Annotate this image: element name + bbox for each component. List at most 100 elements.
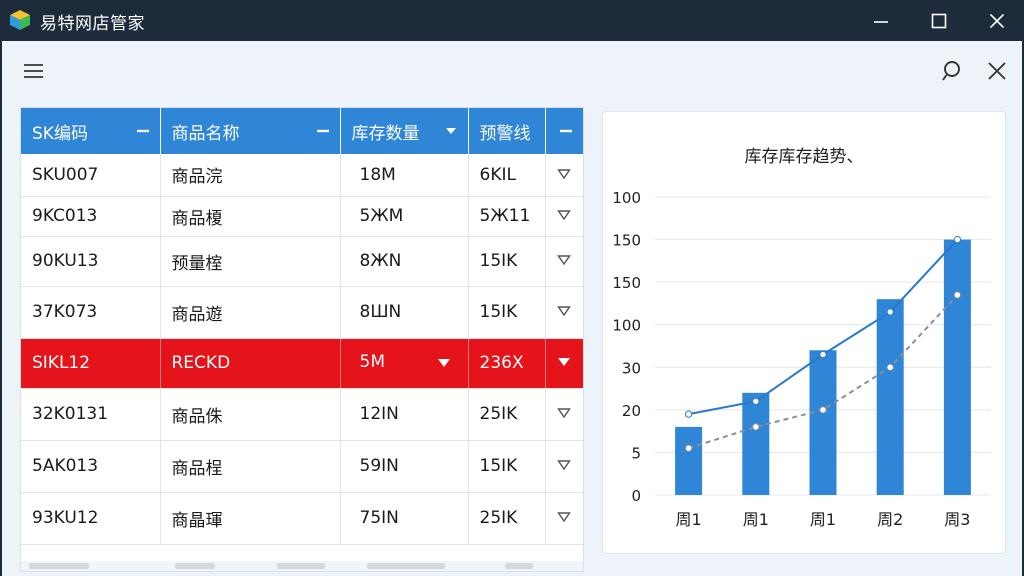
horizontal-scrollbar[interactable] bbox=[21, 561, 583, 571]
row-dropdown-button[interactable] bbox=[545, 388, 583, 441]
cell-warn-text: 25IK bbox=[479, 508, 518, 528]
row-dropdown-button[interactable] bbox=[545, 492, 583, 545]
dropdown-arrow-icon[interactable] bbox=[437, 354, 451, 374]
cell-warn: 15IK bbox=[468, 286, 546, 339]
main-content: SK编码 商品名称 库存数量 预警线 SKU007 商品浣 18M 6KIL 9… bbox=[2, 41, 1022, 576]
cell-name: RECKD bbox=[160, 338, 341, 389]
cell-name: 商品侏 bbox=[160, 388, 341, 441]
collapse-icon[interactable] bbox=[316, 124, 330, 138]
cell-warn-text: 15IK bbox=[479, 302, 518, 322]
row-dropdown-button[interactable] bbox=[545, 236, 583, 287]
cell-name: 商品榎 bbox=[160, 196, 341, 237]
trend-point bbox=[953, 235, 962, 244]
close-icon[interactable] bbox=[984, 58, 1010, 84]
row-dropdown-button[interactable] bbox=[545, 196, 583, 237]
cell-warn: 25IK bbox=[468, 492, 546, 545]
cell-warn-text: 25IK bbox=[479, 404, 518, 424]
hamburger-menu-icon[interactable] bbox=[22, 59, 46, 83]
table-row[interactable]: 93KU12 商晶琿 75IN 25IK bbox=[21, 492, 583, 545]
collapse-icon[interactable] bbox=[136, 124, 150, 138]
cell-sku-text: 90KU13 bbox=[32, 251, 99, 271]
table-row[interactable]: 32K0131 商品侏 12ΙN 25IK bbox=[21, 388, 583, 441]
cell-name-text: 商品榎 bbox=[171, 208, 223, 229]
app-logo-icon bbox=[10, 10, 30, 30]
header-sku[interactable]: SK编码 bbox=[21, 108, 161, 154]
row-dropdown-button[interactable] bbox=[545, 338, 583, 389]
close-window-button[interactable] bbox=[968, 0, 1024, 41]
cell-sku-text: SKU007 bbox=[32, 164, 99, 185]
cell-sku-text: 5AK013 bbox=[32, 456, 99, 476]
stock-trend-chart: 100 150 150 100 30 20 5 0 周1 周1 周1 周2 周3 bbox=[612, 189, 991, 529]
cell-qty: 5M bbox=[340, 338, 469, 389]
row-dropdown-button[interactable] bbox=[545, 154, 583, 197]
cell-name-text: 商品遊 bbox=[171, 304, 223, 325]
stock-trend-chart-panel: 库存库存趋势、 100 150 150 100 30 20 5 0 周1 周1 周1 周2 周3 bbox=[602, 111, 1006, 554]
dropdown-arrow-icon bbox=[557, 460, 572, 471]
cell-name-text: 商品桯 bbox=[171, 458, 223, 479]
cell-qty: 8ШN bbox=[340, 286, 469, 339]
header-qty[interactable]: 库存数量 bbox=[340, 108, 469, 154]
table-row[interactable]: 37K073 商品遊 8ШN 15IK bbox=[21, 286, 583, 339]
cell-sku: SIKL12 bbox=[21, 338, 161, 389]
dropdown-arrow-icon bbox=[557, 306, 572, 317]
cell-qty-text: 8ШN bbox=[359, 302, 402, 322]
trend-point bbox=[819, 350, 827, 359]
cell-sku-text: 37K073 bbox=[32, 302, 98, 322]
header-warn[interactable]: 预警线 bbox=[468, 108, 546, 154]
cell-qty-text: 12ΙN bbox=[359, 404, 399, 424]
cell-sku: 90KU13 bbox=[21, 236, 161, 287]
cell-qty: 8ЖN bbox=[340, 236, 469, 287]
header-action[interactable] bbox=[545, 108, 583, 154]
header-name[interactable]: 商品名称 bbox=[160, 108, 341, 154]
dropdown-arrow-icon bbox=[557, 408, 572, 419]
cell-warn: 25IK bbox=[468, 388, 546, 441]
x-tick-label: 周2 bbox=[877, 510, 903, 529]
cell-qty: 59IN bbox=[340, 440, 469, 493]
cell-sku: 37K073 bbox=[21, 286, 161, 339]
row-dropdown-button[interactable] bbox=[545, 286, 583, 339]
maximize-button[interactable] bbox=[910, 0, 968, 41]
cell-qty: 75IN bbox=[340, 492, 469, 545]
header-label: 库存数量 bbox=[351, 123, 420, 144]
window-title: 易特网店管家 bbox=[40, 14, 145, 34]
cell-sku: 5AK013 bbox=[21, 440, 161, 493]
search-icon[interactable] bbox=[940, 58, 966, 84]
y-tick-label: 5 bbox=[631, 444, 641, 462]
header-label: SK编码 bbox=[32, 123, 88, 144]
table-row[interactable]: SIKL12 RECKD 5M 236X bbox=[21, 338, 583, 389]
cell-qty-text: 59IN bbox=[359, 456, 399, 476]
trend-point bbox=[953, 291, 962, 299]
y-tick-label: 100 bbox=[612, 317, 641, 335]
cell-name: 商品浣 bbox=[160, 154, 341, 197]
table-row[interactable]: 90KU13 预量榁 8ЖN 15IK bbox=[21, 236, 583, 287]
trend-point bbox=[752, 397, 760, 406]
table-row[interactable]: 9KC013 商品榎 5ЖM 5Ж11 bbox=[21, 196, 583, 237]
cell-warn: 15IK bbox=[468, 236, 546, 287]
y-tick-label: 100 bbox=[612, 189, 641, 207]
cell-name: 商品桯 bbox=[160, 440, 341, 493]
bar bbox=[675, 426, 703, 495]
cell-sku-text: 32K0131 bbox=[32, 404, 109, 424]
y-tick-label: 150 bbox=[612, 274, 641, 292]
maximize-icon bbox=[931, 13, 947, 28]
y-tick-label: 0 bbox=[631, 487, 641, 505]
sort-down-icon[interactable] bbox=[444, 124, 458, 138]
cell-name: 预量榁 bbox=[160, 236, 341, 287]
cell-name-text: 商品浣 bbox=[171, 167, 223, 188]
trend-point bbox=[819, 406, 827, 414]
bar bbox=[742, 392, 770, 495]
row-dropdown-button[interactable] bbox=[545, 440, 583, 493]
cell-qty: 5ЖM bbox=[340, 196, 469, 237]
cell-name-text: 商晶琿 bbox=[171, 510, 223, 531]
bar bbox=[876, 299, 904, 495]
trend-point bbox=[886, 363, 894, 371]
minimize-button[interactable] bbox=[852, 0, 910, 41]
dropdown-arrow-icon bbox=[557, 512, 572, 523]
trend-point bbox=[684, 410, 693, 418]
x-tick-label: 周1 bbox=[676, 510, 702, 529]
collapse-icon[interactable] bbox=[559, 124, 573, 138]
table-row[interactable]: SKU007 商品浣 18M 6KIL bbox=[21, 154, 583, 197]
table-row[interactable]: 5AK013 商品桯 59IN 15IK bbox=[21, 440, 583, 493]
trend-point bbox=[752, 423, 760, 431]
cell-qty-text: 8ЖN bbox=[359, 251, 402, 271]
